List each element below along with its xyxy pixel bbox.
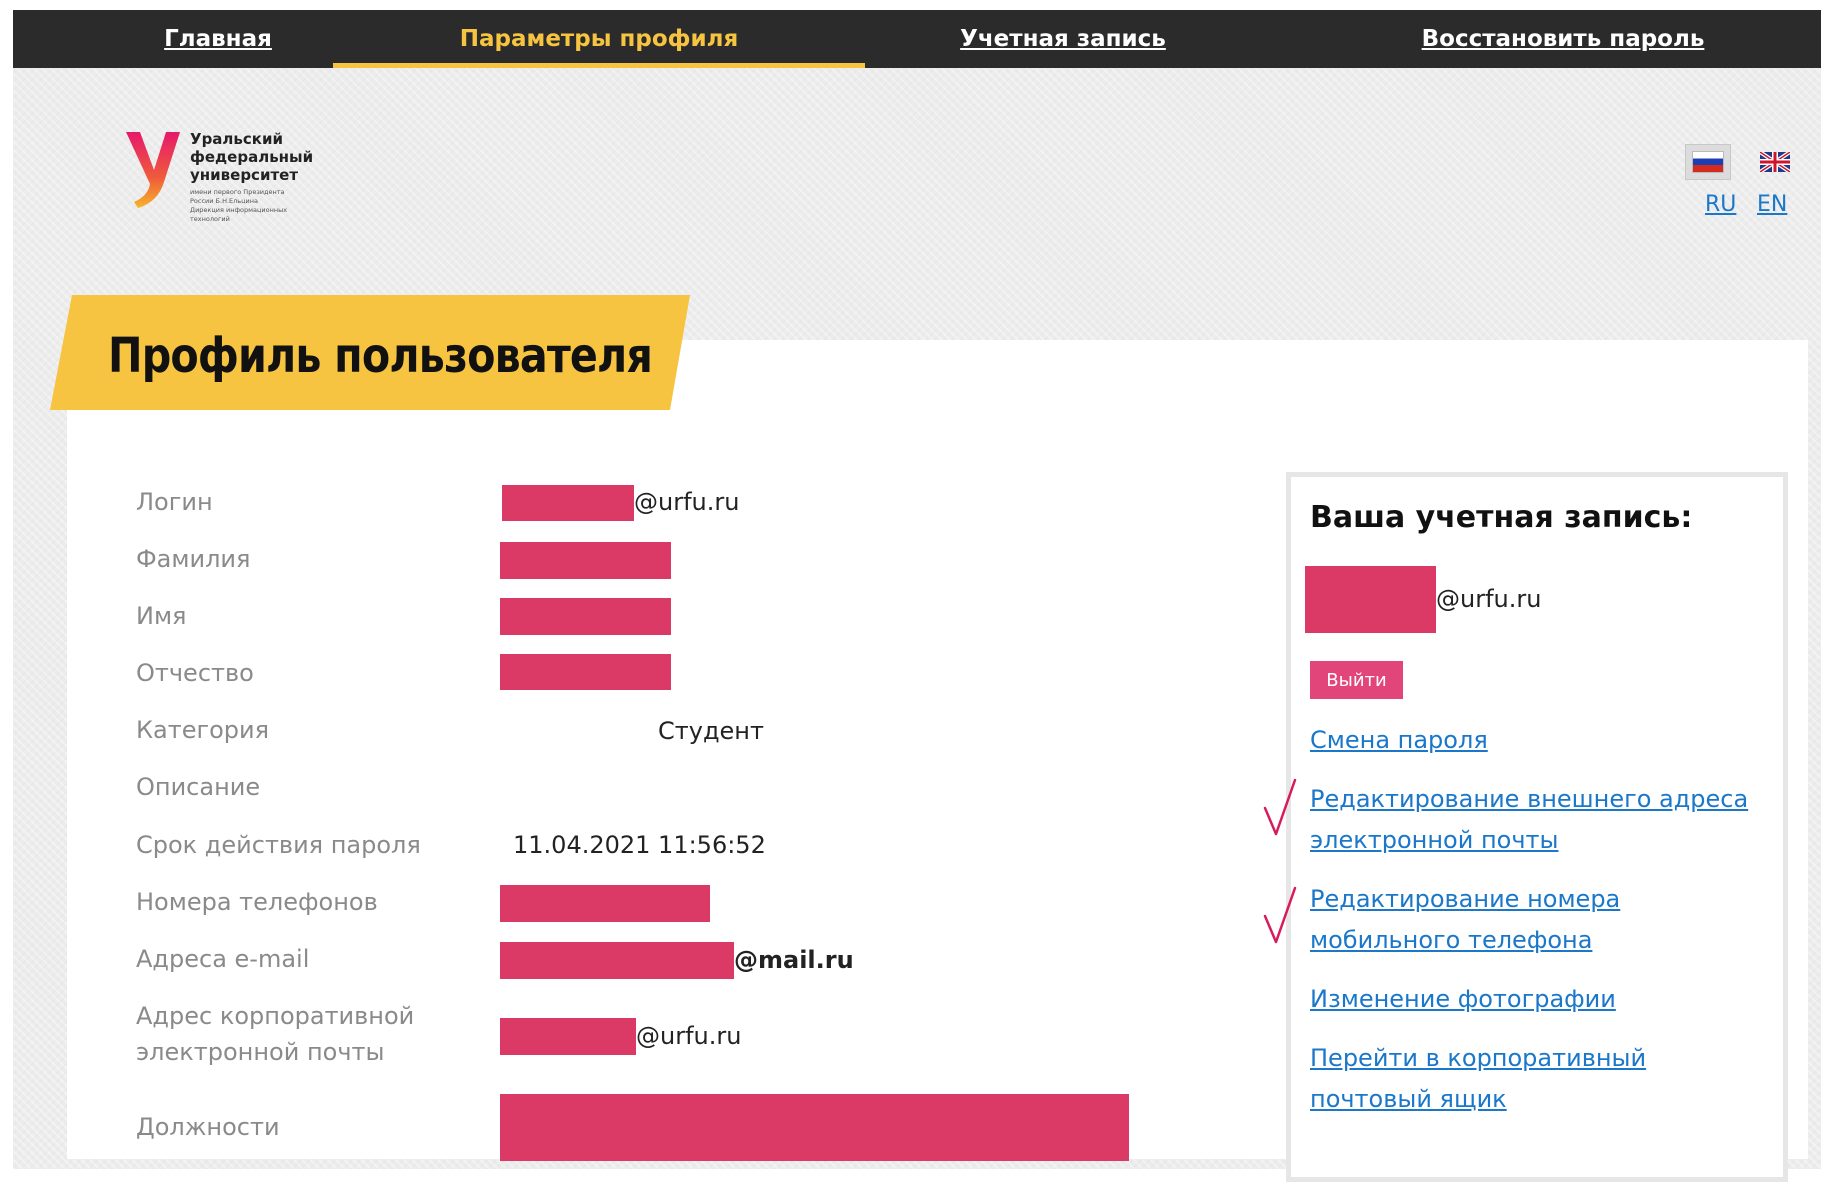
name-redacted (500, 598, 671, 635)
logo-title: Уральский федеральный университет (190, 130, 314, 184)
account-redacted (1305, 566, 1436, 633)
account-value-suffix: @urfu.ru (1436, 585, 1542, 613)
positions-label: Должности (136, 1113, 280, 1141)
category-label: Категория (136, 716, 270, 744)
login-redacted (502, 485, 634, 521)
account-panel-heading: Ваша учетная запись: (1310, 500, 1693, 535)
change-password-link[interactable]: Смена пароля (1310, 720, 1770, 761)
login-value-suffix: @urfu.ru (634, 488, 740, 516)
password-expiry-label: Срок действия пароля (136, 831, 421, 859)
corp-mailbox-link-line2: почтовый ящик (1310, 1085, 1507, 1113)
language-ru-flag-button[interactable] (1685, 144, 1731, 180)
positions-redacted (500, 1094, 1129, 1161)
logo-subtitle: имени первого Президента России Б.Н.Ельц… (190, 188, 288, 223)
phones-redacted (500, 885, 710, 922)
name-label: Имя (136, 602, 187, 630)
russia-flag-icon (1692, 151, 1724, 173)
patronymic-label: Отчество (136, 659, 254, 687)
nav-item-restore-password[interactable]: Восстановить пароль (1413, 10, 1713, 68)
change-photo-link[interactable]: Изменение фотографии (1310, 979, 1770, 1020)
nav-item-profile-settings[interactable]: Параметры профиля (333, 10, 865, 68)
corp-email-value-suffix: @urfu.ru (636, 1022, 742, 1050)
checkmark-icon (1263, 778, 1297, 836)
category-value: Студент (658, 717, 764, 745)
surname-redacted (500, 542, 671, 579)
logout-button[interactable]: Выйти (1310, 661, 1403, 699)
corp-email-label-line1: Адрес корпоративной (136, 1002, 415, 1030)
nav-item-account[interactable]: Учетная запись (953, 10, 1173, 68)
urfu-logo-mark (126, 132, 180, 208)
password-expiry-value: 11.04.2021 11:56:52 (513, 831, 766, 859)
edit-phone-link-line1: Редактирование номера (1310, 885, 1621, 913)
edit-external-email-link-line1: Редактирование внешнего адреса (1310, 785, 1749, 813)
page-title: Профиль пользователя (108, 328, 653, 384)
emails-value-suffix: @mail.ru (734, 946, 854, 974)
edit-phone-link-line2: мобильного телефона (1310, 926, 1593, 954)
uk-flag-icon[interactable] (1760, 152, 1790, 172)
emails-redacted (500, 942, 734, 979)
surname-label: Фамилия (136, 545, 251, 573)
patronymic-redacted (500, 654, 671, 690)
corp-mailbox-link-line1: Перейти в корпоративный (1310, 1044, 1647, 1072)
description-label: Описание (136, 773, 261, 801)
language-ru-link[interactable]: RU (1705, 192, 1736, 217)
language-en-link[interactable]: EN (1757, 192, 1787, 217)
edit-phone-link[interactable]: Редактирование номера мобильного телефон… (1310, 879, 1770, 961)
nav-item-home[interactable]: Главная (133, 10, 303, 68)
emails-label: Адреса e-mail (136, 945, 310, 973)
corp-email-redacted (500, 1018, 636, 1055)
corp-mailbox-link[interactable]: Перейти в корпоративный почтовый ящик (1310, 1038, 1770, 1120)
logo-text: Уральский федеральный университет имени … (190, 130, 330, 224)
corp-email-label-line2: электронной почты (136, 1038, 385, 1066)
top-navigation: Главная Параметры профиля Учетная запись… (13, 10, 1821, 68)
phones-label: Номера телефонов (136, 888, 378, 916)
edit-external-email-link[interactable]: Редактирование внешнего адреса электронн… (1310, 779, 1770, 861)
edit-external-email-link-line2: электронной почты (1310, 826, 1559, 854)
checkmark-icon (1263, 886, 1297, 944)
login-label: Логин (136, 488, 213, 516)
